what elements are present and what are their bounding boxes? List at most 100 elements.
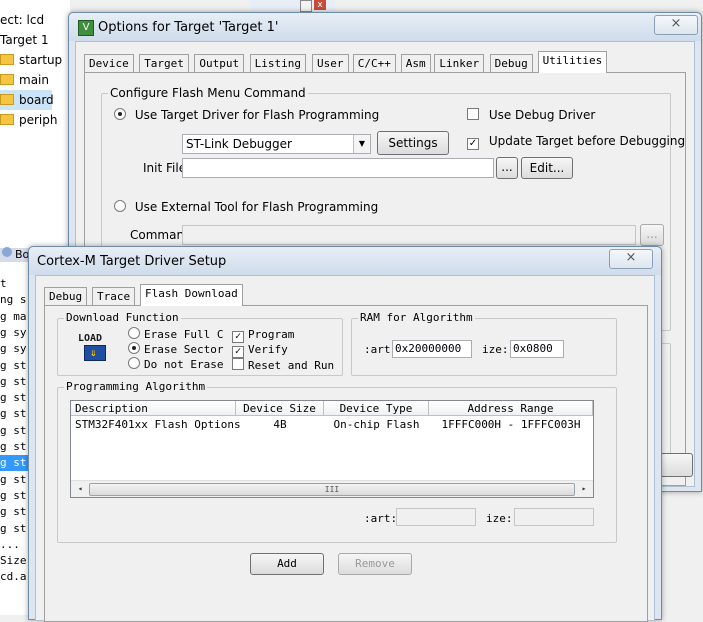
tree-item[interactable]: periph <box>0 110 58 130</box>
options-tab-user[interactable]: User <box>312 54 349 73</box>
tree-item[interactable]: Target 1 <box>0 30 49 50</box>
ram-start-input[interactable]: 0x20000000 <box>392 340 472 358</box>
command-input[interactable] <box>182 225 636 245</box>
flash-download-tab-panel: Download Function LOAD ⇓ Erase Full C Er… <box>44 305 648 622</box>
use-target-driver-label: Use Target Driver for Flash Programming <box>134 108 380 122</box>
output-line: g st <box>0 407 27 421</box>
output-line: g st <box>0 423 27 437</box>
erase-full-chip-radio[interactable]: Erase Full C <box>128 327 223 341</box>
tree-item[interactable]: startup <box>0 50 62 70</box>
scroll-right-icon[interactable]: ▸ <box>577 483 591 495</box>
output-line: g ma <box>0 309 27 323</box>
project-tree: ect: lcd Target 1 startup main board periph <box>0 0 70 250</box>
tree-item[interactable]: ect: lcd <box>0 10 44 30</box>
driver-tab-flash-download[interactable]: Flash Download <box>140 284 243 306</box>
programming-algorithm-group: Programming Algorithm Description Device … <box>57 380 617 543</box>
driver-tab-strip: Debug Trace Flash Download <box>44 284 344 307</box>
column-header[interactable]: Description <box>71 401 236 416</box>
init-file-browse-button[interactable]: ... <box>496 157 518 179</box>
remove-button[interactable]: Remove <box>338 553 412 575</box>
column-header[interactable]: Device Type <box>324 401 429 416</box>
output-line: cd.a <box>0 570 27 584</box>
erase-sectors-radio[interactable]: Erase Sector <box>128 342 223 356</box>
add-button[interactable]: Add <box>250 553 324 575</box>
radio-unselected-icon <box>114 200 126 212</box>
scroll-thumb[interactable]: III <box>89 483 575 496</box>
algorithm-list-hscroll[interactable]: ◂ III ▸ <box>71 480 593 497</box>
ram-for-algorithm-label: RAM for Algorithm <box>358 311 475 325</box>
scroll-left-icon[interactable]: ◂ <box>73 483 87 495</box>
options-tab-utilities[interactable]: Utilities <box>537 51 608 73</box>
edit-button[interactable]: Edit... <box>521 157 573 179</box>
options-tab-listing[interactable]: Listing <box>249 54 306 73</box>
algorithm-list[interactable]: Description Device Size Device Type Address… <box>70 400 594 498</box>
ram-for-algorithm-group: RAM for Algorithm :art: 0x20000000 ize: … <box>351 311 617 376</box>
programming-algorithm-label: Programming Algorithm <box>64 380 208 394</box>
minimize-icon <box>300 0 312 12</box>
output-line: g st <box>0 521 27 535</box>
driver-tab-trace[interactable]: Trace <box>92 287 136 306</box>
algo-size-label: ize: <box>486 512 513 525</box>
command-browse-button[interactable]: ... <box>640 224 664 246</box>
update-target-checkbox[interactable]: ✓ Update Target before Debugging <box>467 134 685 150</box>
table-row[interactable]: STM32F401xx Flash Options 4B On-chip Flash… <box>71 418 591 433</box>
output-line: g st <box>0 488 27 502</box>
driver-window-titlebar: Cortex-M Target Driver Setup × <box>29 247 661 275</box>
bg-window-strip: x <box>250 0 335 12</box>
algo-size-input[interactable] <box>514 508 594 526</box>
settings-button-label: Settings <box>388 136 438 150</box>
driver-close-button[interactable]: × <box>609 249 653 269</box>
tree-item-label: periph <box>19 113 58 127</box>
bg-tab-header: Bo <box>0 247 30 262</box>
driver-tab-debug[interactable]: Debug <box>44 287 88 306</box>
output-line: g st <box>0 391 27 405</box>
browse-icon: ... <box>646 227 658 241</box>
options-tab-asm[interactable]: Asm <box>400 54 431 73</box>
options-window-titlebar: V Options for Target 'Target 1' × <box>69 13 701 41</box>
output-line: g sy <box>0 342 27 356</box>
do-not-erase-radio[interactable]: Do not Erase <box>128 357 223 371</box>
options-window-title: Options for Target 'Target 1' <box>98 20 279 35</box>
program-checkbox[interactable]: ✓ Program <box>232 328 294 343</box>
settings-button[interactable]: Settings <box>377 131 449 155</box>
tree-item[interactable]: main <box>0 70 49 90</box>
radio-selected-icon <box>128 342 140 354</box>
table-cell: On-chip Flash <box>333 418 420 431</box>
use-debug-driver-checkbox[interactable]: Use Debug Driver <box>467 108 595 122</box>
algo-start-input[interactable] <box>396 508 476 526</box>
close-icon: × <box>625 250 637 265</box>
algo-start-label: :art: <box>364 512 398 525</box>
folder-icon <box>0 114 14 125</box>
options-tab-c-c-[interactable]: C/C++ <box>352 54 396 73</box>
use-target-driver-radio[interactable]: Use Target Driver for Flash Programming <box>114 108 379 122</box>
options-tab-device[interactable]: Device <box>84 54 134 73</box>
checkbox-unchecked-icon <box>467 108 479 120</box>
radio-selected-icon <box>114 108 126 120</box>
tree-item[interactable]: board <box>0 90 54 110</box>
options-tab-output[interactable]: Output <box>194 54 245 73</box>
verify-checkbox[interactable]: ✓ Verify <box>232 343 288 358</box>
tree-item-label: board <box>19 93 54 107</box>
update-target-label: Update Target before Debugging <box>488 134 686 148</box>
add-button-label: Add <box>277 557 297 570</box>
reset-and-run-checkbox[interactable]: Reset and Run <box>232 358 334 372</box>
use-external-tool-radio[interactable]: Use External Tool for Flash Programming <box>114 200 378 214</box>
ram-size-label: ize: <box>482 343 509 356</box>
configure-flash-group-label: Configure Flash Menu Command <box>108 86 308 100</box>
browse-icon: ... <box>501 160 513 174</box>
output-line: Size <box>0 554 27 568</box>
options-tab-linker[interactable]: Linker <box>434 54 485 73</box>
output-line: g sy <box>0 325 27 339</box>
driver-window-title: Cortex-M Target Driver Setup <box>37 254 227 269</box>
load-arrow: ⇓ <box>90 346 97 359</box>
ram-size-input[interactable]: 0x0800 <box>510 340 564 358</box>
column-header[interactable]: Address Range <box>429 401 593 416</box>
driver-select[interactable]: ST-Link Debugger ▼ <box>182 134 371 154</box>
download-function-group: Download Function LOAD ⇓ Erase Full C Er… <box>57 311 343 376</box>
options-tab-debug[interactable]: Debug <box>489 54 533 73</box>
options-tab-target[interactable]: Target <box>139 54 189 73</box>
options-close-button[interactable]: × <box>654 15 698 35</box>
init-file-input[interactable] <box>182 158 494 178</box>
column-header[interactable]: Device Size <box>236 401 324 416</box>
output-line: t <box>0 277 7 290</box>
